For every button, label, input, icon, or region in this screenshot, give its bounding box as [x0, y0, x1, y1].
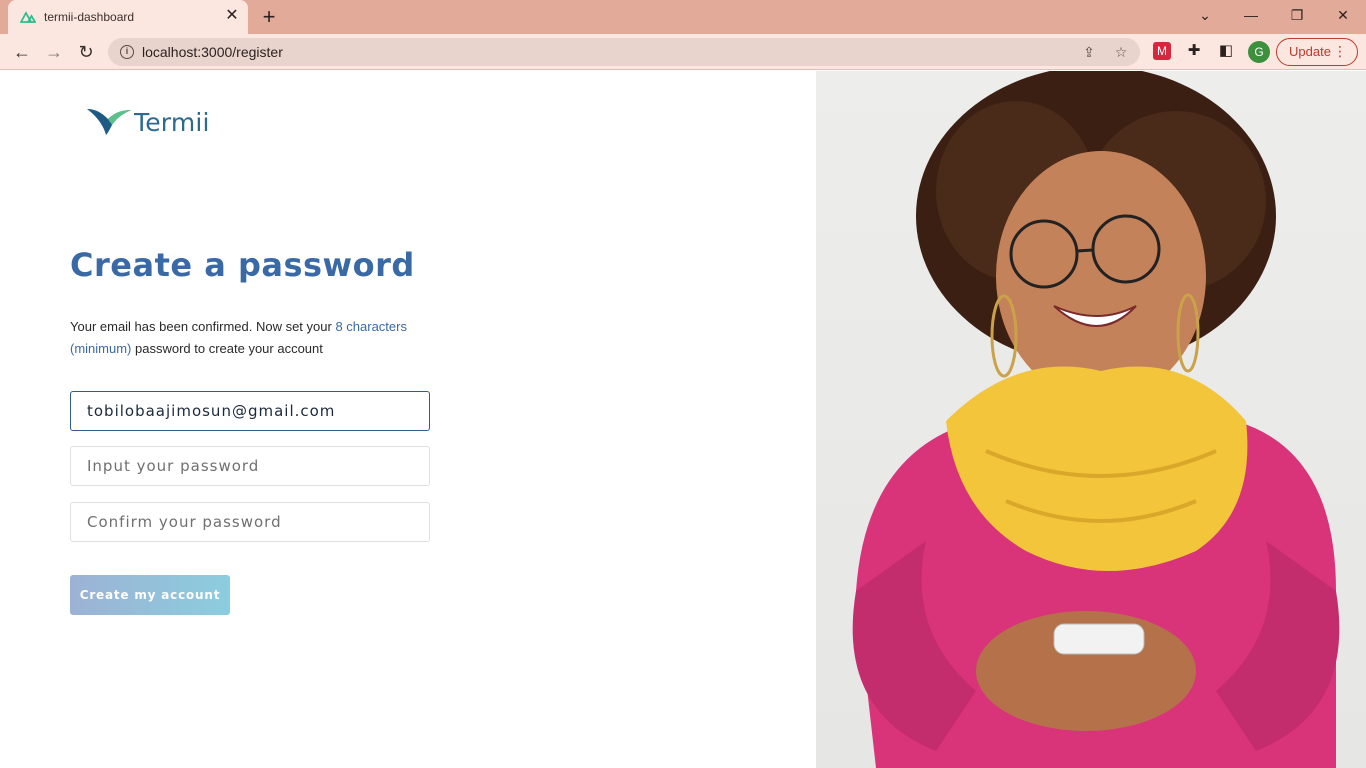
extensions-puzzle-icon[interactable]: ✚ — [1185, 42, 1203, 60]
nuxt-favicon-icon — [20, 11, 36, 23]
termii-bird-icon — [87, 109, 131, 135]
share-icon[interactable]: ⇪ — [1080, 43, 1098, 61]
site-info-icon[interactable]: i — [120, 45, 134, 59]
restore-icon[interactable]: ❐ — [1285, 5, 1309, 25]
browser-toolbar: ← → ↻ i localhost:3000/register ⇪ ☆ M ✚ … — [0, 34, 1366, 70]
side-panel-icon[interactable]: ◧ — [1217, 42, 1235, 60]
forward-icon[interactable]: → — [42, 40, 66, 64]
browser-tab[interactable]: termii-dashboard ✕ — [8, 0, 248, 34]
tab-search-chevron-icon[interactable]: ⌄ — [1193, 5, 1217, 25]
logo-wordmark: Termii — [134, 108, 210, 137]
bookmark-star-icon[interactable]: ☆ — [1112, 43, 1130, 61]
more-menu-icon: ⋮ — [1333, 43, 1347, 59]
smiling-woman-photo — [852, 71, 1340, 768]
new-tab-icon[interactable]: + — [258, 6, 280, 28]
page-title: Create a password — [70, 246, 415, 284]
hero-photo — [816, 71, 1366, 768]
description-text-1: Your email has been confirmed. Now set y… — [70, 319, 336, 334]
minimize-icon[interactable]: — — [1239, 5, 1263, 25]
extension-mendeley-icon[interactable]: M — [1153, 42, 1171, 60]
close-tab-icon[interactable]: ✕ — [224, 8, 240, 24]
reload-icon[interactable]: ↻ — [74, 40, 98, 64]
description: Your email has been confirmed. Now set y… — [70, 316, 470, 360]
confirm-password-input[interactable] — [70, 502, 430, 542]
tab-title: termii-dashboard — [44, 10, 135, 24]
tab-strip: termii-dashboard ✕ + ⌄ — ❐ ✕ — [0, 0, 1366, 34]
update-label: Update — [1289, 44, 1331, 59]
email-field[interactable] — [70, 391, 430, 431]
description-text-2: password to create your account — [131, 341, 323, 356]
profile-avatar[interactable]: G — [1248, 41, 1270, 63]
close-window-icon[interactable]: ✕ — [1331, 5, 1355, 25]
address-bar[interactable]: i localhost:3000/register ⇪ ☆ — [108, 38, 1140, 66]
update-button[interactable]: Update ⋮ — [1276, 38, 1358, 66]
password-input[interactable] — [70, 446, 430, 486]
register-page: Termii Create a password Your email has … — [0, 71, 1366, 768]
url-text[interactable]: localhost:3000/register — [142, 44, 283, 60]
termii-logo[interactable]: Termii — [86, 105, 216, 137]
create-account-button[interactable]: Create my account — [70, 575, 230, 615]
back-icon[interactable]: ← — [10, 40, 34, 64]
